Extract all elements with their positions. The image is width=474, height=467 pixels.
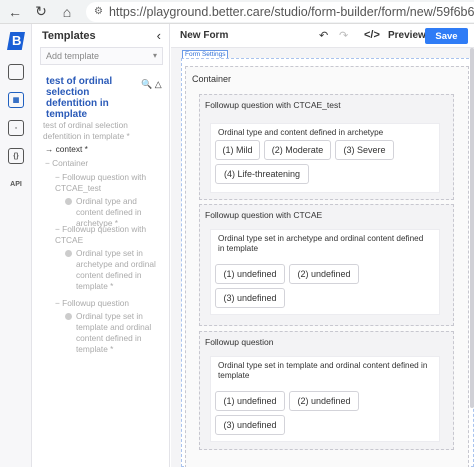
form-root[interactable]: Container Followup question with CTCAE_t…	[181, 58, 474, 467]
canvas-scrollbar[interactable]	[470, 48, 474, 408]
address-bar[interactable]: ⚙ https://playground.better.care/studio/…	[86, 1, 474, 22]
option-chip[interactable]: (1) undefined	[215, 391, 285, 411]
tree-item-fq3[interactable]: − Followup question	[55, 298, 155, 309]
field-label: Ordinal type set in archetype and ordina…	[218, 234, 424, 253]
tree-item-root[interactable]: test of ordinal selection defentition in…	[43, 120, 165, 142]
tree-item-context[interactable]: → context *	[45, 144, 88, 155]
preview-button[interactable]: Preview	[388, 30, 426, 41]
url-text: https://playground.better.care/studio/fo…	[108, 4, 474, 19]
home-icon[interactable]: ⌂	[56, 1, 78, 23]
option-chip[interactable]: (2) undefined	[289, 264, 359, 284]
cube-icon[interactable]: △	[155, 79, 162, 89]
container-label: Container	[192, 74, 232, 84]
save-button[interactable]: Save	[425, 28, 468, 44]
templates-panel: Templates ‹ Add template ▾ test of ordin…	[33, 24, 170, 467]
option-chip[interactable]: (3) undefined	[215, 288, 285, 308]
field-label: Ordinal type and content defined in arch…	[218, 128, 384, 137]
element-dot-icon	[65, 198, 72, 205]
field-label: Ordinal type set in template and ordinal…	[218, 361, 428, 380]
reload-icon[interactable]: ↻	[30, 1, 52, 23]
search-icon[interactable]: 🔍	[141, 79, 152, 89]
document-icon[interactable]	[8, 64, 24, 80]
followup-question-2[interactable]: Followup question with CTCAE Ordinal typ…	[199, 204, 454, 326]
templates-header: Templates	[42, 30, 96, 42]
better-logo: B	[7, 32, 25, 50]
question-title: Followup question	[205, 337, 274, 347]
ordinal-field[interactable]: Ordinal type set in template and ordinal…	[210, 356, 440, 442]
form-name[interactable]: New Form	[180, 30, 228, 41]
option-chip[interactable]: (1) undefined	[215, 264, 285, 284]
template-title[interactable]: test of ordinal selection defentition in…	[46, 76, 136, 120]
api-icon[interactable]: API	[8, 176, 24, 192]
followup-question-3[interactable]: Followup question Ordinal type set in te…	[199, 331, 454, 450]
template-tools: 🔍 △	[141, 79, 162, 90]
site-info-icon[interactable]: ⚙	[94, 6, 103, 18]
tree-item-container[interactable]: − Container	[45, 158, 88, 169]
option-chip[interactable]: (3) Severe	[335, 140, 394, 160]
container-element[interactable]: Container Followup question with CTCAE_t…	[185, 66, 469, 467]
tree-item-fq2[interactable]: − Followup question with CTCAE	[55, 224, 155, 246]
tree-item-fq2-child[interactable]: Ordinal type set in archetype and ordina…	[65, 248, 165, 292]
browser-bar: ← ↻ ⌂ ⚙ https://playground.better.care/s…	[0, 0, 474, 24]
ordinal-field[interactable]: Ordinal type and content defined in arch…	[210, 123, 440, 193]
redo-icon[interactable]: ↷	[339, 29, 348, 42]
code-icon[interactable]: {}	[8, 148, 24, 164]
undo-icon[interactable]: ↶	[319, 29, 328, 42]
form-canvas: Form Settings Container Followup questio…	[171, 48, 474, 467]
left-icon-rail: B ▦ ▫ {} API	[0, 24, 32, 467]
option-chip[interactable]: (1) Mild	[215, 140, 260, 160]
form-header: New Form ↶ ↷ </> Preview Save	[171, 24, 474, 48]
form-builder-icon[interactable]: ▦	[8, 92, 24, 108]
tree-item-fq1[interactable]: − Followup question with CTCAE_test	[55, 172, 155, 194]
question-title: Followup question with CTCAE	[205, 210, 323, 220]
element-dot-icon	[65, 250, 72, 257]
followup-question-1[interactable]: Followup question with CTCAE_test Ordina…	[199, 94, 454, 200]
option-chip[interactable]: (2) undefined	[289, 391, 359, 411]
tree-item-fq3-child[interactable]: Ordinal type set in template and ordinal…	[65, 311, 165, 355]
chevron-down-icon: ▾	[152, 51, 157, 60]
option-chip[interactable]: (3) undefined	[215, 415, 285, 435]
archetype-icon[interactable]: ▫	[8, 120, 24, 136]
collapse-panel-icon[interactable]: ‹	[157, 28, 161, 43]
option-chip[interactable]: (2) Moderate	[264, 140, 331, 160]
back-icon[interactable]: ←	[4, 1, 26, 23]
code-view-icon[interactable]: </>	[364, 29, 380, 41]
option-chip[interactable]: (4) Life-threatening	[215, 164, 309, 184]
element-dot-icon	[65, 313, 72, 320]
ordinal-field[interactable]: Ordinal type set in archetype and ordina…	[210, 229, 440, 315]
add-template-select[interactable]: Add template ▾	[40, 47, 163, 65]
question-title: Followup question with CTCAE_test	[205, 100, 341, 110]
